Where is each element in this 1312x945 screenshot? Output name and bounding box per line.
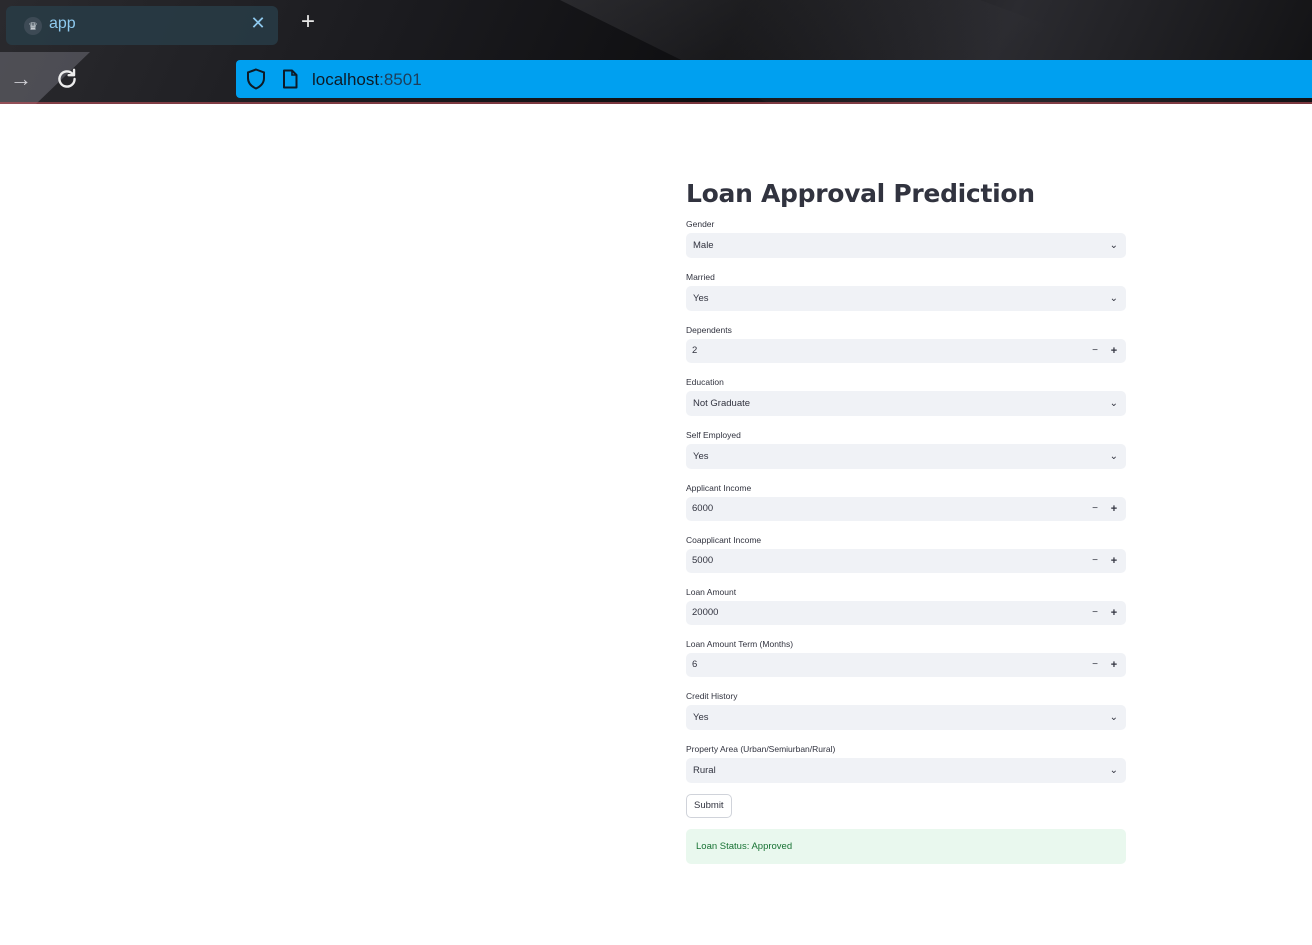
field-label: Married — [686, 272, 715, 282]
decrement-button[interactable]: − — [1088, 549, 1102, 573]
field-label: Credit History — [686, 691, 738, 701]
chevron-down-icon: ⌄ — [1109, 240, 1118, 251]
app-main: Loan Approval Prediction Gender Male ⌄ Ma… — [686, 170, 1126, 864]
coapplicant-income-input[interactable]: 5000 − + — [686, 549, 1126, 573]
tab-title: app — [49, 15, 76, 32]
field-loan-amount: Loan Amount 20000 − + — [686, 586, 1126, 625]
gender-select[interactable]: Male ⌄ — [686, 233, 1126, 258]
number-value: 6000 — [692, 503, 714, 514]
field-gender: Gender Male ⌄ — [686, 218, 1126, 258]
close-icon[interactable]: ✕ — [248, 13, 268, 34]
loan-amount-input[interactable]: 20000 − + — [686, 601, 1126, 625]
married-select[interactable]: Yes ⌄ — [686, 286, 1126, 311]
browser-chrome: ♛ app ✕ + → localhost:8501 — [0, 0, 1312, 104]
field-education: Education Not Graduate ⌄ — [686, 376, 1126, 416]
field-label: Property Area (Urban/Semiurban/Rural) — [686, 744, 836, 754]
field-label: Loan Amount Term (Months) — [686, 639, 794, 649]
select-value: Yes — [693, 293, 709, 304]
number-value: 5000 — [692, 555, 714, 566]
field-label: Loan Amount — [686, 587, 737, 597]
forward-icon[interactable]: → — [8, 66, 34, 92]
url-host: localhost — [312, 70, 380, 89]
dependents-input[interactable]: 2 − + — [686, 339, 1126, 363]
field-label: Education — [686, 377, 724, 387]
number-value: 20000 — [692, 607, 719, 618]
select-value: Yes — [693, 712, 709, 723]
chevron-down-icon: ⌄ — [1109, 712, 1118, 723]
increment-button[interactable]: + — [1107, 601, 1121, 625]
page-icon — [283, 69, 298, 89]
chevron-down-icon: ⌄ — [1109, 293, 1118, 304]
increment-button[interactable]: + — [1107, 497, 1121, 521]
field-label: Coapplicant Income — [686, 535, 762, 545]
education-select[interactable]: Not Graduate ⌄ — [686, 391, 1126, 416]
field-credit-history: Credit History Yes ⌄ — [686, 690, 1126, 730]
increment-button[interactable]: + — [1107, 653, 1121, 677]
credit-history-select[interactable]: Yes ⌄ — [686, 705, 1126, 730]
field-dependents: Dependents 2 − + — [686, 324, 1126, 363]
submit-button[interactable]: Submit — [686, 794, 732, 818]
decrement-button[interactable]: − — [1088, 653, 1102, 677]
loan-status-alert: Loan Status: Approved — [686, 829, 1126, 864]
select-value: Not Graduate — [693, 398, 751, 409]
field-label: Applicant Income — [686, 483, 752, 493]
decrement-button[interactable]: − — [1088, 601, 1102, 625]
chevron-down-icon: ⌄ — [1109, 398, 1118, 409]
field-loan-term: Loan Amount Term (Months) 6 − + — [686, 638, 1126, 677]
field-label: Dependents — [686, 325, 732, 335]
loan-term-input[interactable]: 6 − + — [686, 653, 1126, 677]
select-value: Male — [693, 240, 714, 251]
new-tab-button[interactable]: + — [296, 10, 320, 35]
field-label: Self Employed — [686, 430, 741, 440]
url-port: :8501 — [379, 70, 422, 89]
property-area-select[interactable]: Rural ⌄ — [686, 758, 1126, 783]
field-property-area: Property Area (Urban/Semiurban/Rural) Ru… — [686, 743, 1126, 783]
url-bar[interactable]: localhost:8501 — [236, 60, 1312, 98]
field-coapplicant-income: Coapplicant Income 5000 − + — [686, 534, 1126, 573]
chrome-divider — [0, 102, 1312, 104]
browser-tab[interactable]: ♛ app ✕ — [6, 6, 278, 45]
decrement-button[interactable]: − — [1088, 339, 1102, 363]
self-employed-select[interactable]: Yes ⌄ — [686, 444, 1126, 469]
number-value: 6 — [692, 659, 698, 670]
page-title: Loan Approval Prediction — [686, 179, 1035, 208]
select-value: Rural — [693, 765, 716, 776]
url-text[interactable]: localhost:8501 — [312, 70, 422, 90]
decrement-button[interactable]: − — [1088, 497, 1102, 521]
select-value: Yes — [693, 451, 709, 462]
chevron-down-icon: ⌄ — [1109, 765, 1118, 776]
chevron-down-icon: ⌄ — [1109, 451, 1118, 462]
field-applicant-income: Applicant Income 6000 − + — [686, 482, 1126, 521]
increment-button[interactable]: + — [1107, 549, 1121, 573]
field-married: Married Yes ⌄ — [686, 271, 1126, 311]
number-value: 2 — [692, 345, 698, 356]
shield-icon[interactable] — [246, 68, 266, 90]
reload-icon[interactable] — [54, 66, 80, 92]
applicant-income-input[interactable]: 6000 − + — [686, 497, 1126, 521]
increment-button[interactable]: + — [1107, 339, 1121, 363]
field-self-employed: Self Employed Yes ⌄ — [686, 429, 1126, 469]
crown-icon: ♛ — [24, 17, 42, 35]
field-label: Gender — [686, 219, 715, 229]
